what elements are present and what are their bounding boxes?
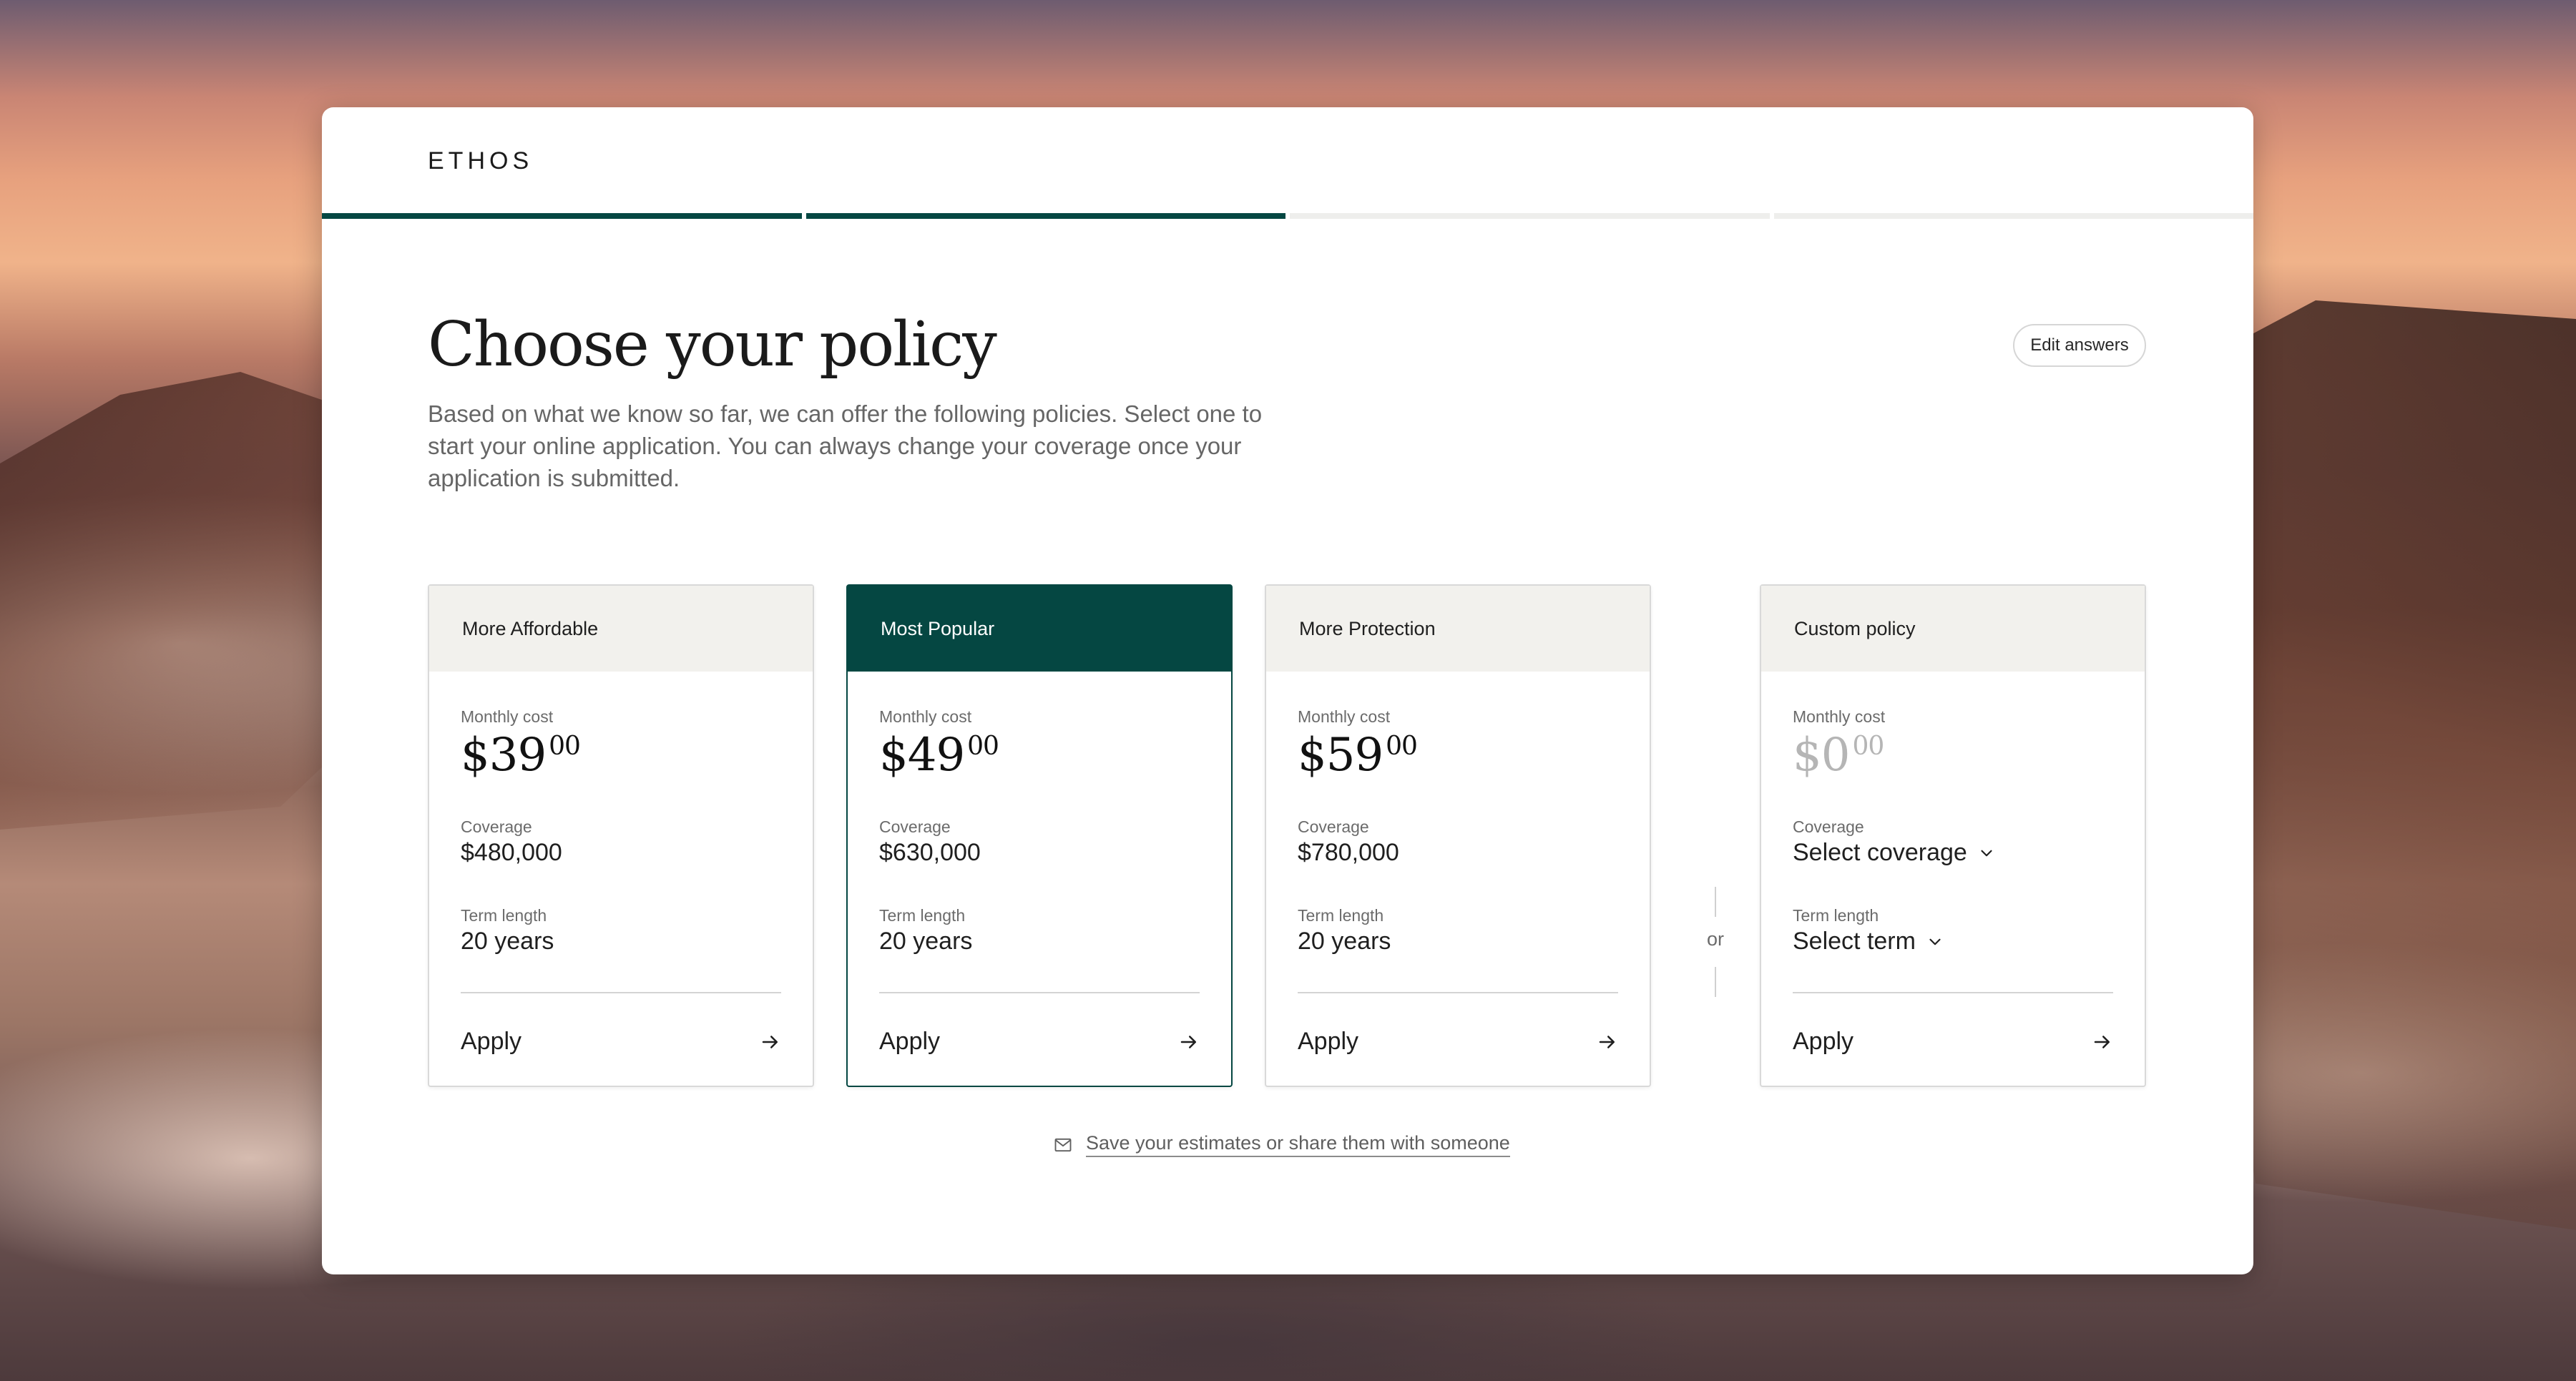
- or-label: or: [1706, 928, 1724, 950]
- term-length-label: Term length: [1298, 906, 1384, 925]
- separator-line: [1715, 887, 1716, 917]
- chevron-down-icon: [1981, 850, 1992, 856]
- apply-label: Apply: [1298, 1028, 1359, 1055]
- progress-step-3: [1290, 213, 1770, 219]
- plan-header: Most Popular: [848, 586, 1231, 672]
- price-cents: 00: [967, 732, 999, 761]
- progress-bar: [322, 213, 2253, 219]
- share-estimates-link[interactable]: Save your estimates or share them with s…: [1053, 1132, 1510, 1157]
- coverage-select[interactable]: Select coverage: [1793, 839, 1996, 867]
- term-select-label: Select term: [1793, 928, 1916, 955]
- price-dollars: $59: [1298, 729, 1384, 782]
- plan-header: More Affordable: [429, 586, 813, 672]
- price-dollars: $39: [461, 729, 547, 782]
- price-cents: 00: [1386, 732, 1418, 761]
- price-dollars: $0: [1793, 729, 1850, 782]
- divider: [1298, 992, 1618, 993]
- price-cents: 00: [549, 732, 581, 761]
- price-dollars: $49: [879, 729, 965, 782]
- coverage-value: $630,000: [879, 839, 981, 866]
- monthly-price: $39 00: [461, 729, 581, 782]
- arrow-right-icon: [762, 1035, 778, 1048]
- progress-step-4: [1773, 213, 2253, 219]
- divider: [1793, 992, 2113, 993]
- monthly-price: $0 00: [1793, 729, 1884, 782]
- monthly-cost-label: Monthly cost: [1793, 707, 1886, 726]
- ethos-logo[interactable]: ETHOS: [428, 147, 533, 175]
- divider: [879, 992, 1200, 993]
- divider: [461, 992, 781, 993]
- price-cents: 00: [1852, 732, 1884, 761]
- term-value: 20 years: [879, 928, 973, 955]
- apply-button[interactable]: Apply: [879, 1028, 1200, 1056]
- term-value: 20 years: [1298, 928, 1391, 955]
- monthly-price: $59 00: [1298, 729, 1418, 782]
- or-separator: or: [1694, 887, 1737, 1001]
- plan-card-most-popular[interactable]: Most Popular Monthly cost $49 00 Coverag…: [846, 584, 1233, 1087]
- term-length-label: Term length: [879, 906, 966, 925]
- separator-line: [1715, 967, 1716, 997]
- monthly-cost-label: Monthly cost: [461, 707, 554, 726]
- progress-step-1: [322, 213, 802, 219]
- share-estimates-label: Save your estimates or share them with s…: [1086, 1132, 1510, 1157]
- term-length-label: Term length: [461, 906, 547, 925]
- plan-card-more-affordable[interactable]: More Affordable Monthly cost $39 00 Cove…: [428, 584, 814, 1087]
- apply-label: Apply: [879, 1028, 941, 1055]
- page-title: Choose your policy: [428, 309, 997, 380]
- coverage-value: $780,000: [1298, 839, 1399, 866]
- plan-header: More Protection: [1266, 586, 1650, 672]
- term-value: 20 years: [461, 928, 554, 955]
- coverage-label: Coverage: [1298, 817, 1369, 836]
- term-select[interactable]: Select term: [1793, 928, 1944, 955]
- plan-card-custom-policy[interactable]: Custom policy Monthly cost $0 00 Coverag…: [1760, 584, 2146, 1087]
- coverage-label: Coverage: [879, 817, 951, 836]
- edit-answers-button[interactable]: Edit answers: [2013, 324, 2146, 367]
- arrow-right-icon: [1180, 1035, 1196, 1048]
- arrow-right-icon: [1599, 1035, 1615, 1048]
- apply-button[interactable]: Apply: [1793, 1028, 2113, 1056]
- plan-card-more-protection[interactable]: More Protection Monthly cost $59 00 Cove…: [1265, 584, 1651, 1087]
- apply-button[interactable]: Apply: [1298, 1028, 1618, 1056]
- apply-label: Apply: [461, 1028, 522, 1055]
- plan-header: Custom policy: [1761, 586, 2145, 672]
- monthly-price: $49 00: [879, 729, 999, 782]
- coverage-select-label: Select coverage: [1793, 839, 1967, 866]
- policy-panel: ETHOS Choose your policy Based on what w…: [322, 107, 2253, 1274]
- apply-button[interactable]: Apply: [461, 1028, 781, 1056]
- monthly-cost-label: Monthly cost: [879, 707, 972, 726]
- coverage-label: Coverage: [1793, 817, 1864, 836]
- arrow-right-icon: [2094, 1035, 2110, 1048]
- mail-icon: [1054, 1138, 1072, 1151]
- page-description: Based on what we know so far, we can off…: [428, 400, 1263, 491]
- coverage-value: $480,000: [461, 839, 562, 866]
- progress-step-2: [805, 213, 1285, 219]
- monthly-cost-label: Monthly cost: [1298, 707, 1391, 726]
- chevron-down-icon: [1929, 938, 1941, 945]
- term-length-label: Term length: [1793, 906, 1879, 925]
- apply-label: Apply: [1793, 1028, 1854, 1055]
- coverage-label: Coverage: [461, 817, 532, 836]
